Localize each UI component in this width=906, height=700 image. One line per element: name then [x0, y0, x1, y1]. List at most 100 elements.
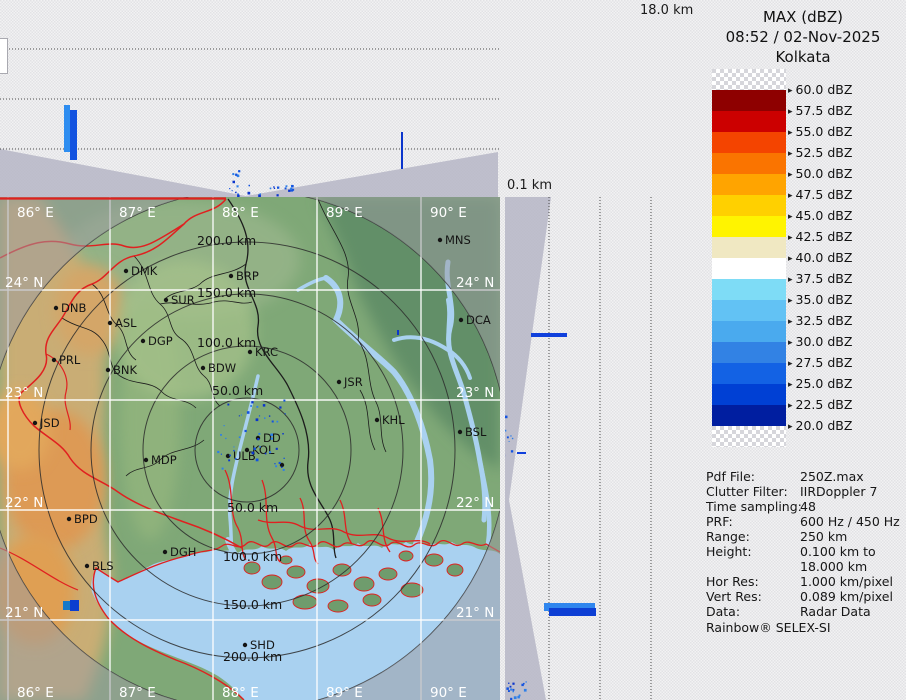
height-max-label: 18.0 km	[640, 3, 693, 18]
radar-echo-speckle	[241, 415, 242, 416]
radar-echo	[517, 452, 526, 454]
city-label: BSL	[465, 425, 487, 439]
longitude-label-bottom: 89° E	[326, 685, 363, 700]
radar-echo-speckle	[513, 689, 515, 691]
radar-echo-speckle	[256, 418, 259, 421]
city-marker	[164, 298, 168, 302]
radar-echo-speckle	[260, 193, 262, 195]
city-label: SHD	[250, 638, 275, 652]
city-label: JSD	[39, 416, 60, 430]
longitude-label-bottom: 87° E	[119, 685, 156, 700]
radar-echo-speckle	[511, 450, 513, 452]
city-label: KHL	[382, 413, 405, 427]
radar-echo-speckle	[224, 425, 225, 426]
radar-echo-speckle	[273, 186, 274, 187]
city-label: MDP	[151, 453, 177, 467]
radar-echo-speckle	[239, 436, 241, 438]
radar-echo-speckle	[259, 446, 261, 448]
radar-echo-speckle	[235, 458, 237, 460]
radar-echo-speckle	[285, 413, 286, 414]
radar-echo-speckle	[270, 188, 272, 190]
city-label: PRL	[59, 353, 81, 367]
scale-color-block	[712, 174, 786, 195]
radar-echo	[63, 601, 70, 610]
city-label: BNK	[113, 363, 137, 377]
scale-block-transparent	[712, 426, 786, 447]
radar-echo-speckle	[285, 188, 287, 190]
city-marker	[248, 350, 252, 354]
tick-arrow-icon: ▸	[788, 86, 793, 96]
radar-echo-speckle	[229, 455, 231, 457]
metadata-row: Range:250 km	[706, 529, 906, 544]
city-marker	[106, 368, 110, 372]
radar-echo-speckle	[248, 192, 251, 195]
city-label: SUR	[171, 293, 195, 307]
scale-tick-label: ▸37.5 dBZ	[788, 271, 852, 287]
scale-color-block	[712, 153, 786, 174]
city-label: DMK	[131, 264, 158, 278]
scale-tick-label: ▸35.0 dBZ	[788, 292, 852, 308]
radar-echo-speckle	[233, 446, 234, 447]
city-marker	[67, 517, 71, 521]
radar-echo	[531, 333, 567, 337]
height-gridlines	[549, 197, 651, 700]
tick-arrow-icon: ▸	[788, 401, 793, 411]
radar-echo	[70, 600, 79, 611]
city-label: BDW	[208, 361, 236, 375]
radar-echo-speckle	[265, 453, 267, 455]
tick-arrow-icon: ▸	[788, 317, 793, 327]
radar-echo-speckle	[517, 696, 520, 699]
radar-echo-speckle	[245, 430, 247, 432]
radar-echo-speckle	[274, 188, 275, 189]
radar-echo-speckle	[252, 452, 255, 455]
radar-echo-speckle	[505, 430, 506, 432]
height-min-label: 0.1 km	[507, 178, 552, 193]
radar-echo-speckle	[259, 415, 260, 416]
radar-echo-speckle	[250, 405, 252, 407]
radar-echo-speckle	[505, 416, 508, 419]
radar-echo-speckle	[237, 194, 239, 196]
city-marker	[144, 458, 148, 462]
scale-color-block	[712, 90, 786, 111]
radar-echo-speckle	[508, 683, 509, 684]
radar-echo	[401, 132, 403, 169]
scale-tick-label: ▸45.0 dBZ	[788, 208, 852, 224]
radar-echo	[70, 110, 77, 160]
radar-echo-speckle	[228, 459, 230, 461]
radar-echo-speckle	[225, 438, 226, 439]
radar-echo-speckle	[229, 188, 230, 189]
radar-echo-speckle	[235, 174, 237, 176]
dbz-color-scale: ▸60.0 dBZ▸57.5 dBZ▸55.0 dBZ▸52.5 dBZ▸50.…	[700, 0, 906, 460]
scale-tick-label: ▸20.0 dBZ	[788, 418, 852, 434]
metadata-row: PRF:600 Hz / 450 Hz	[706, 514, 906, 529]
range-ring-label: 50.0 km	[227, 500, 278, 515]
city-marker	[54, 306, 58, 310]
scale-tick-label: ▸47.5 dBZ	[788, 187, 852, 203]
city-marker	[201, 366, 205, 370]
radar-echo-speckle	[279, 462, 281, 464]
radar-echo-speckle	[220, 434, 222, 436]
radar-echo-speckle	[281, 467, 282, 468]
radar-echo-speckle	[269, 451, 271, 453]
scale-tick-label: ▸57.5 dBZ	[788, 103, 852, 119]
radar-echo-speckle	[526, 681, 527, 682]
tick-arrow-icon: ▸	[788, 233, 793, 243]
metadata-row: 18.000 km	[706, 559, 906, 574]
tick-arrow-icon: ▸	[788, 149, 793, 159]
radar-echo-speckle	[256, 459, 259, 462]
tick-arrow-icon: ▸	[788, 191, 793, 201]
metadata-row: Clutter Filter:IIRDoppler 7	[706, 484, 906, 499]
latitude-label-right: 21° N	[456, 605, 494, 621]
radar-echo-speckle	[221, 454, 222, 455]
longitude-label-top: 90° E	[430, 205, 467, 221]
latitude-label-left: 21° N	[5, 605, 43, 621]
city-marker	[229, 274, 233, 278]
scale-color-block	[712, 111, 786, 132]
radar-echo-speckle	[272, 421, 274, 423]
range-ring-label: 50.0 km	[212, 383, 263, 398]
latitude-label-right: 22° N	[456, 495, 494, 511]
city-marker	[375, 418, 379, 422]
scale-tick-label: ▸32.5 dBZ	[788, 313, 852, 329]
scale-tick-label: ▸60.0 dBZ	[788, 82, 852, 98]
radar-echo-speckle	[263, 404, 266, 407]
